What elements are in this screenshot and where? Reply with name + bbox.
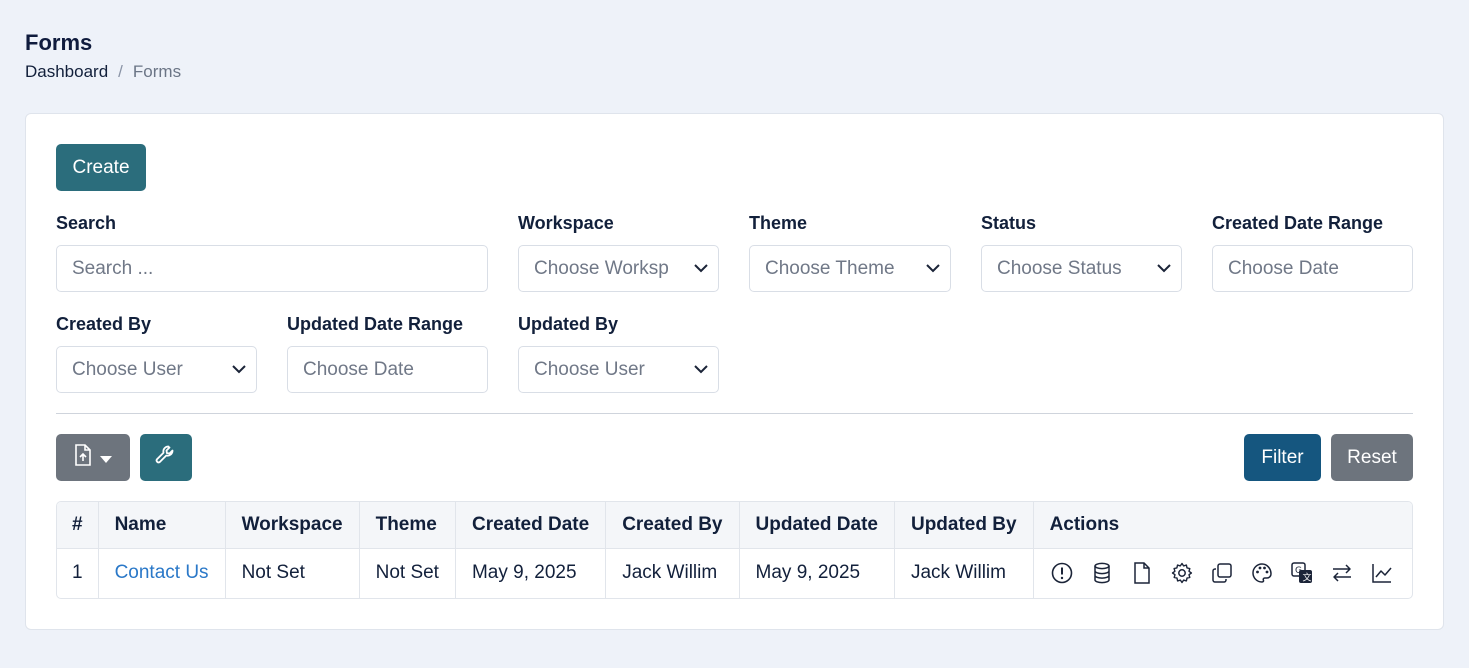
tools-button[interactable] xyxy=(140,434,192,481)
theme-select[interactable]: Choose Theme xyxy=(749,245,951,292)
file-icon[interactable] xyxy=(1130,561,1154,585)
info-icon[interactable] xyxy=(1050,561,1074,585)
column-header-updated-date[interactable]: Updated Date xyxy=(739,502,895,549)
filter-button[interactable]: Filter xyxy=(1244,434,1321,481)
column-header-number: # xyxy=(57,502,99,549)
column-header-created-by[interactable]: Created By xyxy=(605,502,740,549)
copy-icon[interactable] xyxy=(1210,561,1234,585)
caret-down-icon xyxy=(100,447,112,469)
theme-select-value: Choose Theme xyxy=(765,257,895,279)
row-theme: Not Set xyxy=(359,548,456,598)
row-number: 1 xyxy=(57,548,99,598)
export-dropdown-button[interactable] xyxy=(56,434,130,481)
breadcrumb-dashboard-link[interactable]: Dashboard xyxy=(25,62,108,82)
database-icon[interactable] xyxy=(1090,561,1114,585)
row-name-cell: Contact Us xyxy=(98,548,226,598)
chevron-down-icon xyxy=(684,347,718,392)
workspace-select-value: Choose Worksp xyxy=(534,257,669,279)
updated-by-select[interactable]: Choose User xyxy=(518,346,719,393)
forms-table: # Name Workspace Theme Created Date Crea… xyxy=(56,501,1413,599)
theme-label: Theme xyxy=(749,213,808,233)
form-name-link[interactable]: Contact Us xyxy=(115,562,209,583)
updated-by-select-value: Choose User xyxy=(534,358,645,380)
chevron-down-icon xyxy=(684,246,718,291)
column-header-created-date[interactable]: Created Date xyxy=(455,502,607,549)
updated-by-label: Updated By xyxy=(518,314,619,334)
status-label: Status xyxy=(981,213,1037,233)
status-select[interactable]: Choose Status xyxy=(981,245,1182,292)
row-actions: G文 xyxy=(1033,548,1412,598)
table-row: 1 Contact Us Not Set Not Set May 9, 2025… xyxy=(57,548,1412,598)
breadcrumb-separator: / xyxy=(118,62,123,81)
palette-icon[interactable] xyxy=(1250,561,1274,585)
created-date-range-input[interactable]: Choose Date xyxy=(1212,245,1413,292)
more-actions-icon[interactable] xyxy=(1410,561,1412,585)
row-created-by: Jack Willim xyxy=(605,548,740,598)
breadcrumb-current: Forms xyxy=(132,62,182,81)
page-title: Forms xyxy=(25,30,93,55)
chevron-down-icon xyxy=(222,347,256,392)
divider xyxy=(56,413,1413,414)
gear-icon[interactable] xyxy=(1170,561,1194,585)
search-input[interactable]: Search ... xyxy=(56,245,488,292)
svg-text:文: 文 xyxy=(1302,572,1311,584)
arrows-exchange-icon[interactable] xyxy=(1330,561,1354,585)
status-select-value: Choose Status xyxy=(997,257,1122,279)
workspace-select[interactable]: Choose Worksp xyxy=(518,245,719,292)
row-workspace: Not Set xyxy=(225,548,360,598)
wrench-icon xyxy=(154,443,178,473)
column-header-name[interactable]: Name xyxy=(98,502,226,549)
chevron-down-icon xyxy=(1147,246,1181,291)
reset-button[interactable]: Reset xyxy=(1331,434,1413,481)
updated-date-range-value: Choose Date xyxy=(303,358,414,380)
search-placeholder: Search ... xyxy=(72,257,154,279)
column-header-updated-by[interactable]: Updated By xyxy=(894,502,1034,549)
column-header-theme[interactable]: Theme xyxy=(359,502,456,549)
column-header-workspace[interactable]: Workspace xyxy=(225,502,360,549)
created-by-select[interactable]: Choose User xyxy=(56,346,257,393)
row-updated-by: Jack Willim xyxy=(894,548,1034,598)
chevron-down-icon xyxy=(916,246,950,291)
file-export-icon xyxy=(74,443,92,472)
create-button[interactable]: Create xyxy=(56,144,146,191)
svg-text:G: G xyxy=(1295,566,1302,576)
chart-line-icon[interactable] xyxy=(1370,561,1394,585)
created-date-range-value: Choose Date xyxy=(1228,257,1339,279)
row-created-date: May 9, 2025 xyxy=(455,548,607,598)
breadcrumb: Dashboard / Forms xyxy=(25,62,181,82)
updated-date-range-input[interactable]: Choose Date xyxy=(287,346,488,393)
created-by-label: Created By xyxy=(56,314,152,334)
updated-date-range-label: Updated Date Range xyxy=(287,314,464,334)
row-updated-date: May 9, 2025 xyxy=(739,548,895,598)
workspace-label: Workspace xyxy=(518,213,614,233)
search-label: Search xyxy=(56,213,117,233)
forms-card: Create Search Search ... Workspace Choos… xyxy=(25,113,1444,630)
table-header-row: # Name Workspace Theme Created Date Crea… xyxy=(57,502,1412,549)
created-date-range-label: Created Date Range xyxy=(1212,213,1384,233)
created-by-select-value: Choose User xyxy=(72,358,183,380)
column-header-actions: Actions xyxy=(1033,502,1412,549)
translate-icon[interactable]: G文 xyxy=(1290,561,1314,585)
